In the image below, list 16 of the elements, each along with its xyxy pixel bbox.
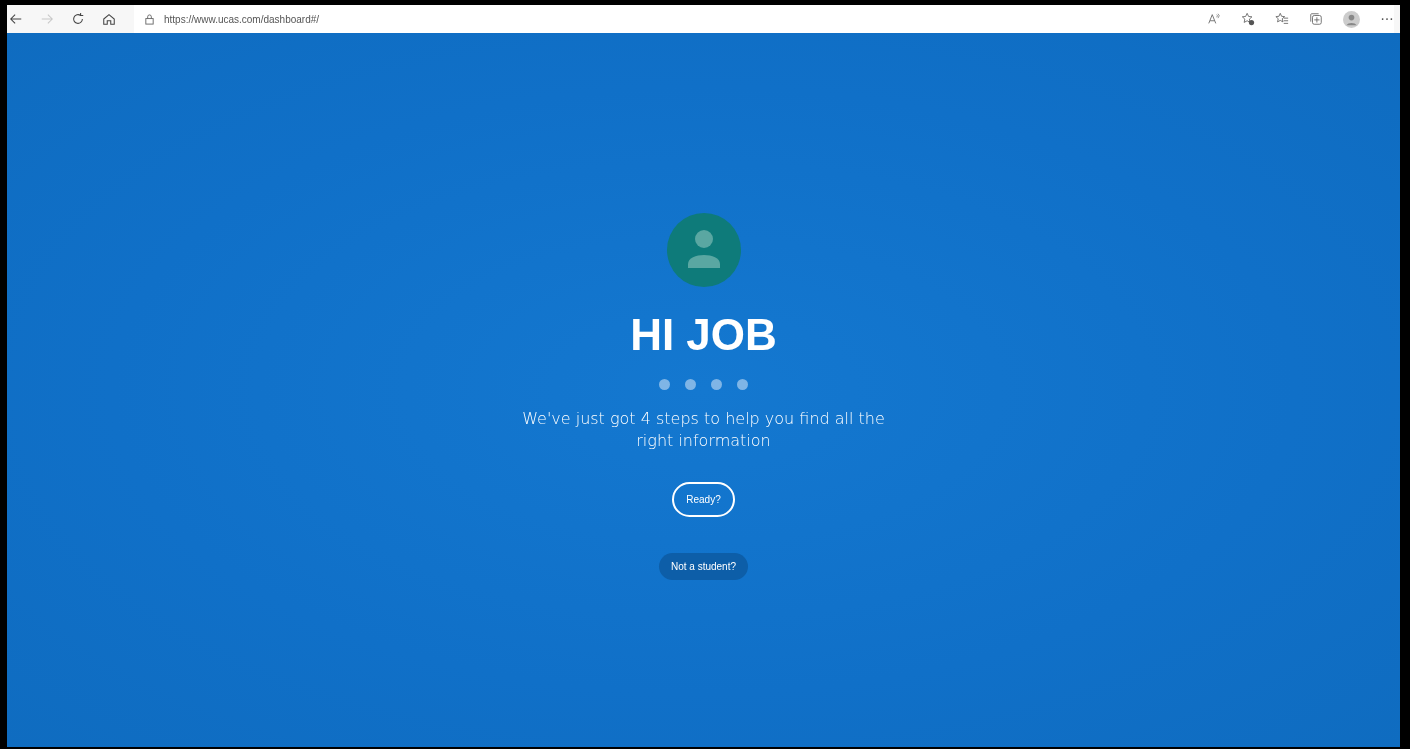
star-plus-icon[interactable]	[1241, 12, 1255, 26]
reload-icon[interactable]	[71, 12, 85, 26]
read-aloud-icon[interactable]	[1207, 12, 1221, 26]
ready-button[interactable]: Ready?	[672, 482, 735, 517]
address-bar[interactable]: https://www.ucas.com/dashboard#/	[134, 5, 1195, 33]
home-icon[interactable]	[102, 12, 116, 26]
collections-icon[interactable]	[1309, 12, 1323, 26]
back-icon[interactable]	[9, 12, 23, 26]
not-student-button[interactable]: Not a student?	[658, 553, 748, 580]
profile-icon[interactable]	[1343, 10, 1360, 28]
url-text: https://www.ucas.com/dashboard#/	[164, 13, 320, 25]
intro-message: We've just got 4 steps to help you find all the right information	[521, 408, 886, 452]
lock-icon	[144, 13, 155, 25]
greeting-title: HI JOB	[630, 309, 777, 361]
avatar-icon	[666, 213, 741, 287]
favorites-icon[interactable]	[1275, 12, 1289, 26]
